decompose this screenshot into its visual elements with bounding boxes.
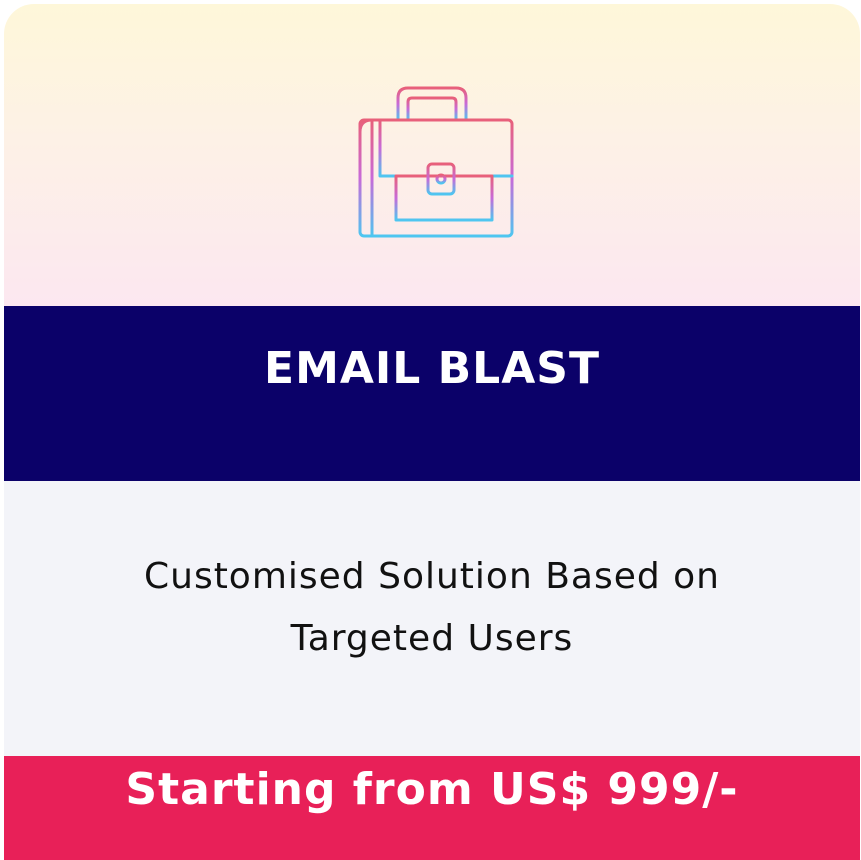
icon-header <box>4 4 860 306</box>
price-label: Starting from US$ 999/- <box>125 764 739 815</box>
service-description: Customised Solution Based on Targeted Us… <box>143 556 720 659</box>
title-band: EMAIL BLAST <box>4 306 860 481</box>
description-area: Customised Solution Based on Targeted Us… <box>4 481 860 756</box>
service-card: EMAIL BLAST Customised Solution Based on… <box>4 4 860 860</box>
price-band: Starting from US$ 999/- <box>4 756 860 860</box>
service-title: EMAIL BLAST <box>264 343 600 394</box>
briefcase-icon <box>358 86 514 238</box>
